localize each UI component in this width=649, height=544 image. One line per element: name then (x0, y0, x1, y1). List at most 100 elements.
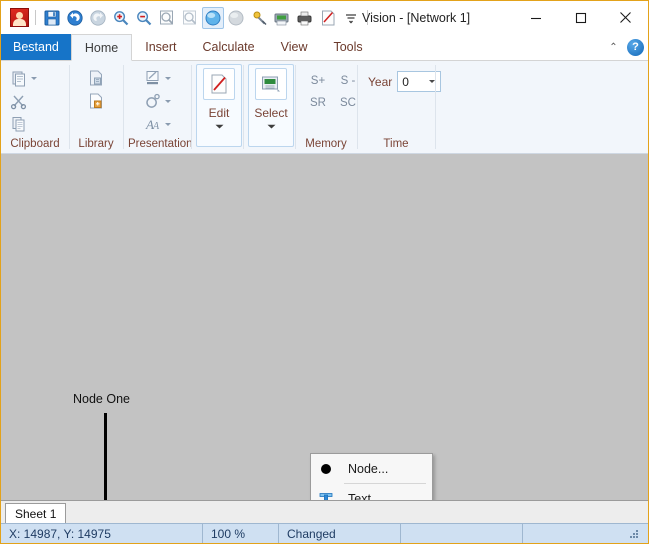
year-label: Year (368, 74, 393, 89)
ribbon-group-presentation: A A Presentation (123, 61, 193, 153)
paste-button[interactable] (6, 67, 41, 89)
zoom-in-icon (114, 10, 129, 25)
quick-access-toolbar (1, 1, 372, 34)
clipboard-group-label: Clipboard (10, 138, 60, 150)
tab-view[interactable]: View (268, 34, 321, 60)
collapse-ribbon-button[interactable]: ⌃ (607, 41, 620, 54)
tab-bestand[interactable]: Bestand (1, 34, 71, 60)
pin-icon (253, 11, 267, 25)
font-style-button[interactable]: A A (140, 113, 175, 135)
ribbon-tabstrip-right: ⌃ ? (607, 34, 644, 60)
memory-recall-button[interactable]: SR (306, 93, 330, 113)
zoom-selection-button[interactable] (179, 7, 201, 29)
tab-calculate[interactable]: Calculate (189, 34, 267, 60)
tab-home[interactable]: Home (70, 34, 133, 61)
library-items (74, 65, 118, 138)
menu-item-text-label: Text... (348, 491, 382, 501)
node-style-button[interactable] (140, 90, 175, 112)
ribbon-group-clipboard: Clipboard (1, 61, 69, 153)
presentation-items: A A (128, 65, 186, 138)
select-button-label: Select (254, 106, 288, 120)
close-button[interactable] (603, 1, 648, 34)
window-controls (513, 1, 648, 34)
undo-button[interactable] (64, 7, 86, 29)
app-menu-button[interactable] (8, 7, 30, 29)
undo-icon (67, 9, 83, 26)
qat-separator-1 (35, 10, 36, 25)
sphere-gray-button[interactable] (225, 7, 247, 29)
memory-items: S+ S - SR SC (300, 65, 356, 138)
minimize-icon (530, 17, 541, 19)
select-list-icon (255, 68, 287, 100)
edit-pencil-icon (203, 68, 235, 100)
status-cell-4 (401, 524, 523, 543)
menu-item-text[interactable]: Text... (311, 486, 432, 500)
node-dot-icon (315, 459, 337, 479)
minimize-button[interactable] (513, 1, 558, 34)
maximize-button[interactable] (558, 1, 603, 34)
ribbon-group-memory: S+ S - SR SC Memory (295, 61, 357, 153)
edit-button[interactable] (317, 7, 339, 29)
node-style-caret-icon[interactable] (164, 98, 172, 105)
cut-button[interactable] (6, 90, 41, 112)
clipboard-items (6, 65, 64, 138)
customize-qat-icon (346, 13, 356, 24)
pin-button[interactable] (248, 7, 270, 29)
line-style-icon (146, 71, 158, 85)
print-preview-icon (274, 13, 289, 25)
context-menu: Node... Text... Frame... (310, 453, 433, 500)
memory-group-label: Memory (305, 138, 347, 150)
menu-separator-1 (344, 483, 426, 484)
copy-button[interactable] (6, 113, 41, 135)
ribbon: Clipboard Library A A Presentation Edit … (1, 61, 648, 154)
memory-store-plus-button[interactable]: S+ (306, 71, 330, 91)
ribbon-group-time: Year 0 Time (357, 61, 442, 153)
node-style-icon (145, 93, 160, 108)
title-bar: Vision - [Network 1] (1, 1, 648, 34)
line-style-button[interactable] (140, 67, 175, 89)
zoom-in-button[interactable] (110, 7, 132, 29)
resize-grip-icon[interactable] (628, 528, 640, 540)
zoom-page-button[interactable] (156, 7, 178, 29)
library-save-icon (90, 93, 102, 109)
zoom-selection-icon (183, 10, 197, 24)
font-style-caret-icon[interactable] (164, 121, 172, 128)
help-icon[interactable]: ? (627, 38, 644, 56)
sheet-tab-sheet-1[interactable]: Sheet 1 (5, 503, 67, 523)
node-line[interactable] (104, 413, 107, 500)
tab-insert[interactable]: Insert (132, 34, 189, 60)
menu-item-node[interactable]: Node... (311, 456, 432, 481)
save-icon (44, 10, 60, 25)
zoom-out-icon (137, 10, 152, 25)
paste-caret-icon[interactable] (31, 75, 38, 82)
edit-split-button[interactable]: Edit (196, 64, 242, 147)
library-group-label: Library (78, 138, 114, 150)
print-preview-button[interactable] (271, 7, 293, 29)
customize-qat-button[interactable] (340, 7, 362, 29)
print-button[interactable] (294, 7, 316, 29)
select-dropdown-caret-icon[interactable] (267, 124, 276, 129)
menu-item-node-label: Node... (348, 461, 389, 476)
library-save-button[interactable] (83, 90, 109, 112)
select-split-button[interactable]: Select (248, 64, 294, 147)
tab-tools[interactable]: Tools (320, 34, 375, 60)
node-label[interactable]: Node One (73, 392, 130, 406)
redo-button[interactable] (87, 7, 109, 29)
sphere-blue-button[interactable] (202, 6, 224, 29)
save-button[interactable] (41, 7, 63, 29)
qat-separator-2 (367, 10, 368, 25)
edit-dropdown-caret-icon[interactable] (215, 124, 224, 129)
cut-icon (10, 95, 27, 110)
paste-icon (12, 71, 25, 87)
line-style-caret-icon[interactable] (164, 75, 172, 82)
network-canvas[interactable]: Node One Node... Text... (1, 154, 648, 500)
ribbon-filler (435, 61, 648, 153)
library-open-button[interactable] (83, 67, 109, 89)
redo-icon (90, 9, 106, 26)
edit-icon (322, 10, 335, 25)
sphere-blue-icon (205, 10, 221, 25)
time-items: Year 0 (362, 65, 442, 138)
zoom-out-button[interactable] (133, 7, 155, 29)
edit-button-label: Edit (208, 106, 230, 120)
sheet-tab-bar: Sheet 1 (1, 500, 648, 523)
